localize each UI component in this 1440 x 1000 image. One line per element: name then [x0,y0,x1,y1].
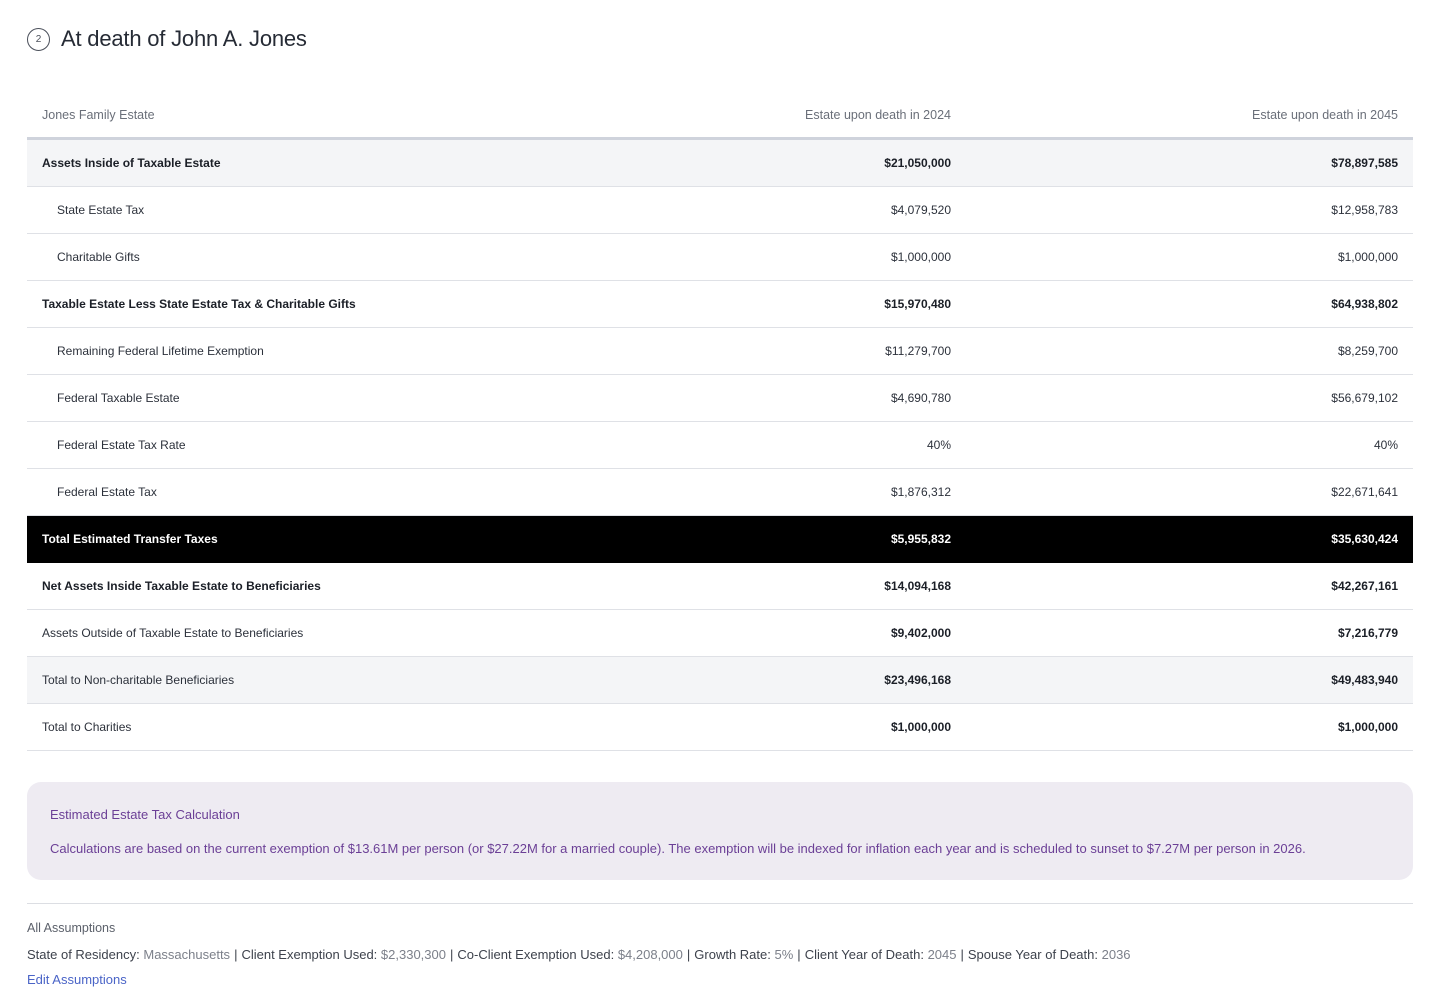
table-header-row: Jones Family Estate Estate upon death in… [27,93,1413,140]
assumption-label: Spouse Year of Death: [967,947,1098,962]
estimated-tax-calculation-callout: Estimated Estate Tax Calculation Calcula… [27,782,1413,880]
step-number-badge: 2 [27,27,50,51]
assumption-value: $2,330,300 [380,947,446,962]
assumptions-title: All Assumptions [27,921,116,935]
assumption-label: Client Year of Death: [804,947,924,962]
assumption-label: Client Exemption Used: [241,947,378,962]
value-2024: $11,279,700 [885,344,951,358]
callout-text: Calculations are based on the current ex… [50,841,1306,856]
row-label: State Estate Tax [57,203,145,217]
row-label: Charitable Gifts [57,250,140,264]
value-2024: $1,000,000 [890,720,951,734]
value-2045: $12,958,783 [1331,203,1398,217]
table-row: Total to Charities $1,000,000 $1,000,000 [27,704,1413,751]
table-row: Taxable Estate Less State Estate Tax & C… [27,281,1413,328]
value-2024: $14,094,168 [884,579,951,593]
value-2024: $1,876,312 [890,485,951,499]
estate-tax-table: Jones Family Estate Estate upon death in… [27,93,1413,751]
value-2045: $49,483,940 [1331,673,1398,687]
row-label: Taxable Estate Less State Estate Tax & C… [42,297,356,311]
assumption-separator: | [234,947,238,962]
value-2024: $23,496,168 [884,673,951,687]
edit-assumptions-link[interactable]: Edit Assumptions [27,972,127,987]
column-header-estate: Jones Family Estate [42,108,155,122]
assumption-separator: | [960,947,964,962]
value-2045: $42,267,161 [1331,579,1398,593]
value-2045: $1,000,000 [1337,720,1398,734]
value-2024: $5,955,832 [890,532,951,546]
assumption-separator: | [450,947,454,962]
row-label: Federal Estate Tax Rate [57,438,186,452]
assumptions-list: State of Residency: Massachusetts | Client… [27,947,1131,962]
assumption-separator: | [686,947,691,962]
value-2045: $7,216,779 [1337,626,1398,640]
assumption-value: 2036 [1101,947,1131,962]
assumption-label: State of Residency: [27,947,140,962]
section-header: 2 At death of John A. Jones [27,26,307,52]
row-label: Federal Estate Tax [57,485,157,499]
row-label: Remaining Federal Lifetime Exemption [57,344,264,358]
value-2045: 40% [1373,438,1398,452]
assumption-label: Co-Client Exemption Used: [457,947,615,962]
page-title: At death of John A. Jones [61,26,307,51]
table-row: State Estate Tax $4,079,520 $12,958,783 [27,187,1413,234]
table-row: Assets Inside of Taxable Estate $21,050,… [27,140,1413,187]
assumption-separator: | [797,947,801,962]
row-label: Total to Non-charitable Beneficiaries [42,673,235,687]
table-row: Federal Estate Tax Rate 40% 40% [27,422,1413,469]
table-row: Assets Outside of Taxable Estate to Bene… [27,610,1413,657]
row-label: Total to Charities [42,720,132,734]
total-transfer-taxes-row: Total Estimated Transfer Taxes $5,955,83… [27,516,1413,563]
callout-title: Estimated Estate Tax Calculation [50,807,240,822]
row-label: Federal Taxable Estate [57,391,180,405]
table-row: Total to Non-charitable Beneficiaries $2… [27,657,1413,704]
table-row: Federal Taxable Estate $4,690,780 $56,67… [27,375,1413,422]
row-label: Net Assets Inside Taxable Estate to Bene… [42,579,321,593]
value-2045: $56,679,102 [1331,391,1398,405]
value-2024: $9,402,000 [890,626,951,640]
value-2045: $1,000,000 [1337,250,1398,264]
value-2024: $1,000,000 [890,250,951,264]
row-label: Total Estimated Transfer Taxes [42,532,218,546]
table-row: Remaining Federal Lifetime Exemption $11… [27,328,1413,375]
section-divider [27,903,1413,904]
value-2024: $4,690,780 [890,391,951,405]
table-row: Charitable Gifts $1,000,000 $1,000,000 [27,234,1413,281]
value-2024: $4,079,520 [890,203,951,217]
assumption-label: Growth Rate: [694,947,771,962]
value-2045: $64,938,802 [1331,297,1398,311]
table-row: Federal Estate Tax $1,876,312 $22,671,64… [27,469,1413,516]
table-row: Net Assets Inside Taxable Estate to Bene… [27,563,1413,610]
assumption-value: 2045 [927,947,957,962]
assumption-value: $4,208,000 [617,947,683,962]
value-2045: $78,897,585 [1331,156,1398,170]
value-2045: $35,630,424 [1331,532,1398,546]
assumption-value: 5% [774,947,794,962]
column-header-2045: Estate upon death in 2045 [1252,108,1398,122]
value-2045: $8,259,700 [1337,344,1398,358]
value-2024: $15,970,480 [884,297,951,311]
value-2024: 40% [926,438,951,452]
column-header-2024: Estate upon death in 2024 [805,108,951,122]
row-label: Assets Inside of Taxable Estate [42,156,221,170]
assumption-value: Massachusetts [143,947,231,962]
value-2045: $22,671,641 [1331,485,1398,499]
value-2024: $21,050,000 [884,156,951,170]
row-label: Assets Outside of Taxable Estate to Bene… [42,626,304,640]
